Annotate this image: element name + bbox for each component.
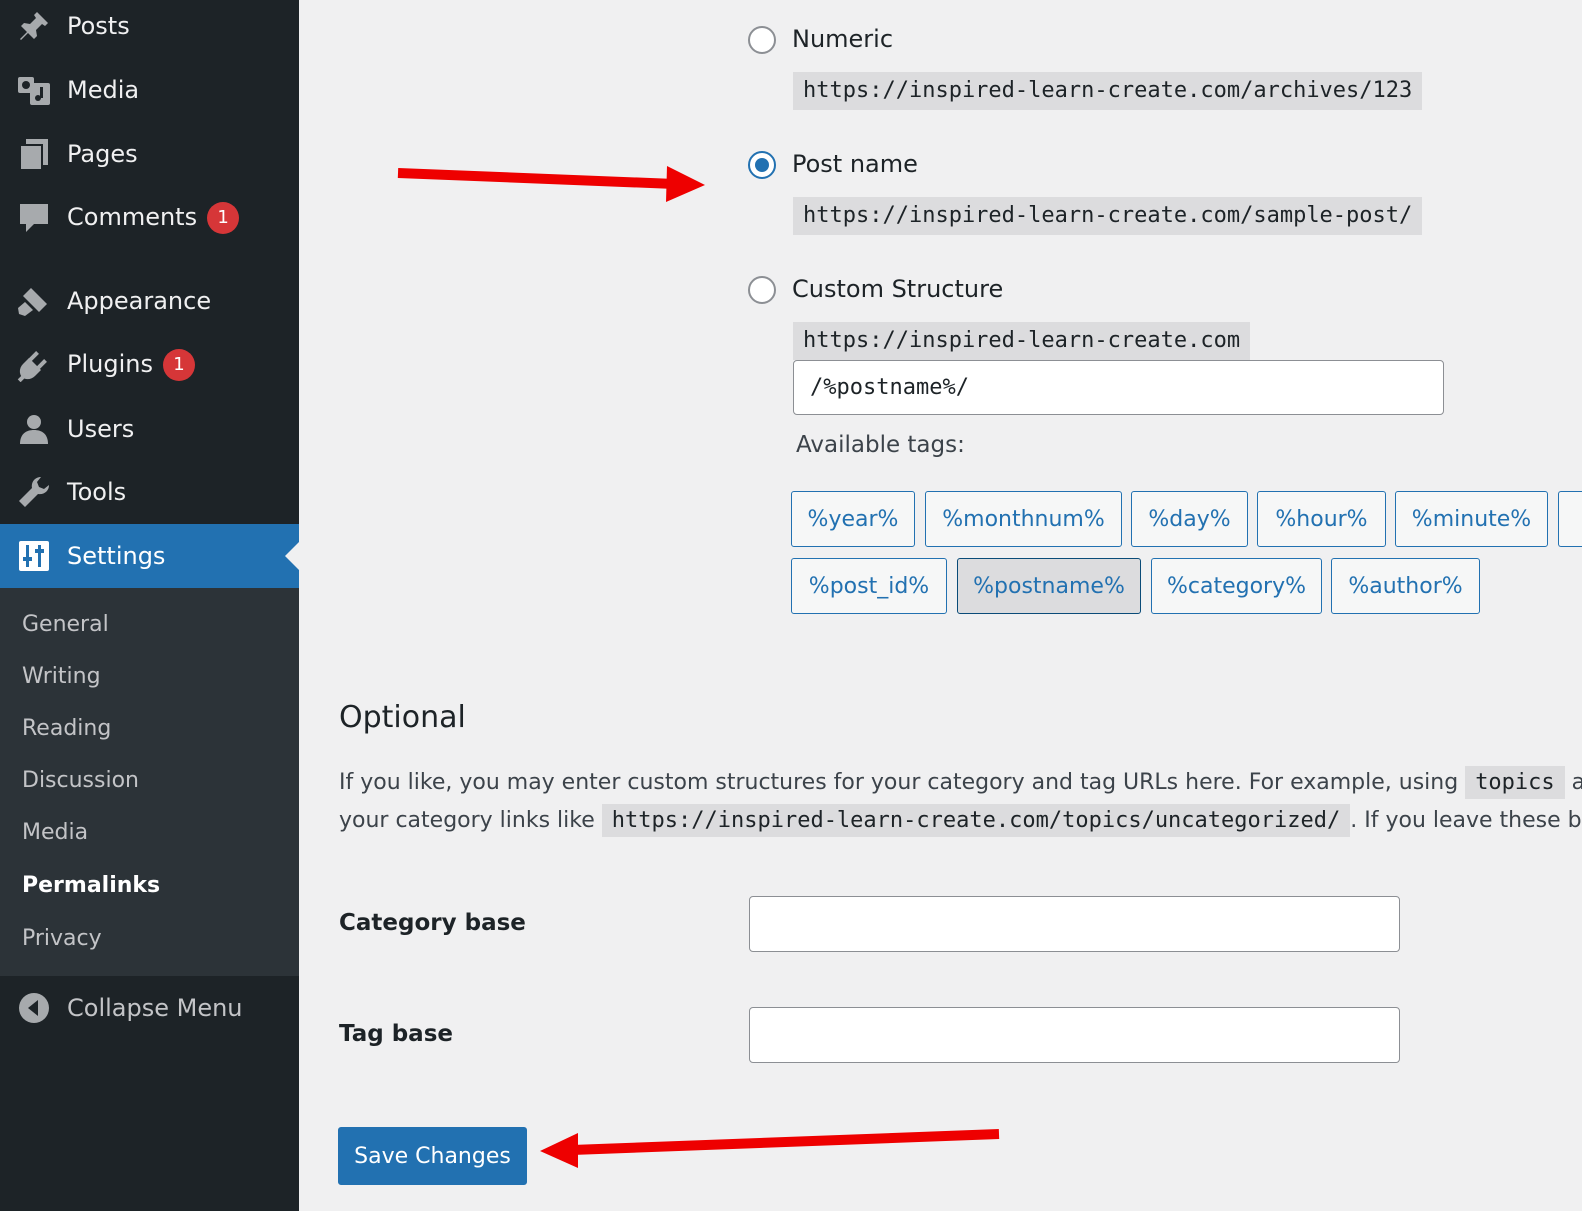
- sidebar-item-label: Tools: [67, 478, 127, 506]
- plugins-count-badge: 1: [162, 349, 195, 381]
- sidebar-item-users[interactable]: Users: [0, 399, 299, 459]
- tag-base-input[interactable]: [749, 1007, 1400, 1063]
- tag-button-postname[interactable]: %postname%: [957, 558, 1141, 614]
- user-icon: [17, 412, 51, 446]
- sidebar-item-media[interactable]: Media: [0, 60, 299, 120]
- custom-structure-input[interactable]: /%postname%/: [793, 360, 1444, 415]
- optional-description-line-1: If you like, you may enter custom struct…: [339, 766, 1582, 799]
- tag-button-hour[interactable]: %hour%: [1257, 491, 1386, 547]
- tag-base-label: Tag base: [339, 1021, 453, 1047]
- submenu-item-media[interactable]: Media: [22, 820, 88, 845]
- submenu-item-privacy[interactable]: Privacy: [22, 926, 102, 951]
- sidebar-item-label: Media: [67, 76, 140, 104]
- tag-button-year[interactable]: %year%: [791, 491, 915, 547]
- sidebar-item-label: Plugins 1: [67, 349, 195, 381]
- custom-structure-radio[interactable]: [748, 276, 776, 304]
- optional-description-line-2: your category links like https://inspire…: [339, 804, 1582, 837]
- sidebar-item-comments[interactable]: Comments 1: [0, 188, 299, 248]
- save-changes-button[interactable]: Save Changes: [338, 1127, 527, 1185]
- sidebar-item-label: Posts: [67, 12, 130, 40]
- submenu-item-permalinks[interactable]: Permalinks: [22, 873, 160, 898]
- category-base-input[interactable]: [749, 896, 1400, 952]
- sidebar-item-label: Settings: [67, 542, 166, 570]
- numeric-radio[interactable]: [748, 26, 776, 54]
- tag-button-category[interactable]: %category%: [1151, 558, 1322, 614]
- sidebar-item-settings[interactable]: Settings: [0, 524, 299, 588]
- sidebar-item-plugins[interactable]: Plugins 1: [0, 335, 299, 395]
- post-name-label[interactable]: Post name: [792, 150, 918, 178]
- sidebar-item-tools[interactable]: Tools: [0, 462, 299, 522]
- submenu-item-writing[interactable]: Writing: [22, 664, 101, 689]
- numeric-label[interactable]: Numeric: [792, 25, 893, 53]
- sidebar-item-appearance[interactable]: Appearance: [0, 271, 299, 331]
- submenu-item-reading[interactable]: Reading: [22, 716, 111, 741]
- tag-button-partial[interactable]: [1558, 491, 1582, 547]
- submenu-item-discussion[interactable]: Discussion: [22, 768, 139, 793]
- available-tags-label: Available tags:: [796, 432, 965, 458]
- comment-icon: [17, 201, 51, 235]
- tag-button-author[interactable]: %author%: [1331, 558, 1480, 614]
- sidebar-item-label: Users: [67, 415, 135, 443]
- post-name-radio[interactable]: [748, 151, 776, 179]
- pages-icon: [17, 137, 51, 171]
- tag-button-monthnum[interactable]: %monthnum%: [925, 491, 1122, 547]
- collapse-menu-button[interactable]: Collapse Menu: [0, 978, 299, 1038]
- collapse-arrow-icon: [17, 991, 51, 1025]
- post-name-example-url: https://inspired-learn-create.com/sample…: [793, 197, 1423, 235]
- arrow-to-save-button: [540, 1129, 1000, 1168]
- custom-structure-base-url: https://inspired-learn-create.com: [793, 322, 1251, 360]
- numeric-example-url: https://inspired-learn-create.com/archiv…: [793, 72, 1423, 110]
- category-example-code: https://inspired-learn-create.com/topics…: [601, 804, 1351, 837]
- wrench-icon: [17, 475, 51, 509]
- custom-structure-label[interactable]: Custom Structure: [792, 275, 1003, 303]
- tag-button-minute[interactable]: %minute%: [1395, 491, 1548, 547]
- current-menu-pointer: [285, 542, 299, 570]
- brush-icon: [17, 284, 51, 318]
- comments-count-badge: 1: [207, 202, 240, 234]
- sidebar-item-posts[interactable]: Posts: [0, 0, 299, 56]
- tag-button-day[interactable]: %day%: [1131, 491, 1248, 547]
- plugin-icon: [17, 348, 51, 382]
- sidebar-item-label: Comments 1: [67, 202, 240, 234]
- sidebar-item-label: Appearance: [67, 287, 212, 315]
- pin-icon: [17, 9, 51, 43]
- settings-submenu: General Writing Reading Discussion Media…: [0, 588, 299, 976]
- category-base-label: Category base: [339, 910, 526, 936]
- admin-sidebar: Posts Media Pages Comments 1 Appearance P…: [0, 0, 299, 1211]
- settings-icon: [17, 539, 51, 573]
- topics-code: topics: [1465, 766, 1565, 799]
- submenu-item-general[interactable]: General: [22, 612, 109, 637]
- arrow-to-post-name: [397, 166, 705, 202]
- optional-section-title: Optional: [339, 700, 466, 735]
- media-icon: [17, 73, 51, 107]
- tag-button-post-id[interactable]: %post_id%: [791, 558, 947, 614]
- sidebar-item-pages[interactable]: Pages: [0, 124, 299, 184]
- sidebar-item-label: Pages: [67, 140, 138, 168]
- collapse-menu-label: Collapse Menu: [67, 994, 243, 1022]
